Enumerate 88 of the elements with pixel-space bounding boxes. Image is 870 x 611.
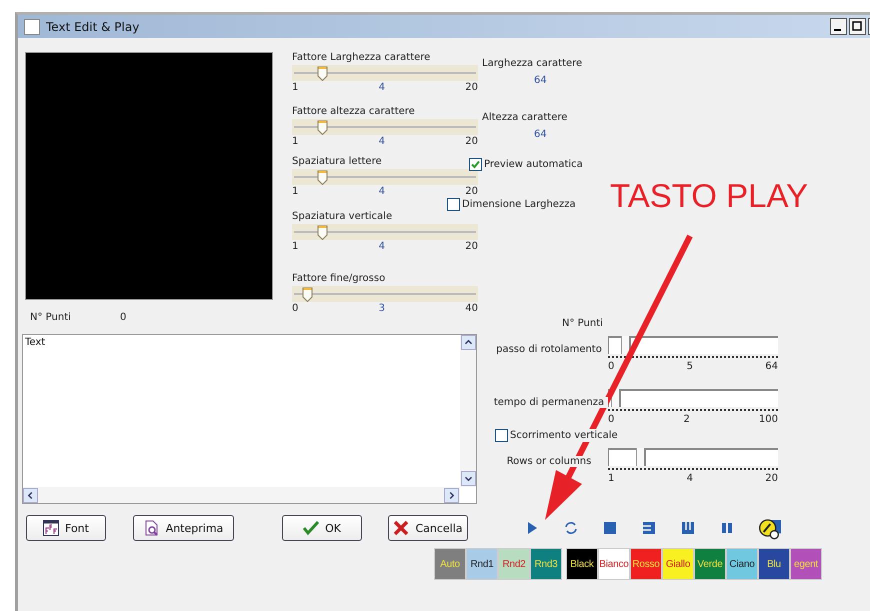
maximize-icon[interactable] — [849, 18, 866, 35]
text-input[interactable]: Text — [22, 334, 477, 504]
slider-thumb[interactable] — [316, 120, 328, 135]
scroll-up-icon[interactable] — [461, 335, 476, 350]
tick-label: 1 — [292, 136, 298, 147]
tick-label: 2 — [683, 414, 690, 425]
info-label: Larghezza carattere — [482, 58, 584, 69]
color-button[interactable]: Verde — [694, 548, 726, 580]
horizontal-scrollbar[interactable] — [23, 487, 460, 503]
slider-label: Fattore fine/grosso — [292, 273, 386, 284]
stop-icon[interactable] — [601, 519, 619, 537]
slider-label: Spaziatura verticale — [292, 211, 394, 222]
bars-icon[interactable] — [679, 519, 697, 537]
checkmark-icon — [303, 520, 320, 536]
slider-value: 4 — [378, 136, 385, 147]
color-button[interactable]: Ciano — [726, 548, 758, 580]
tick-label: 4 — [686, 473, 693, 484]
slider-value: 4 — [378, 241, 385, 252]
color-button[interactable]: Rnd1 — [466, 548, 498, 580]
slider-value: 4 — [378, 82, 385, 93]
color-button[interactable]: Blu — [758, 548, 790, 580]
tick-label: 20 — [765, 473, 778, 484]
tick-label: 20 — [465, 186, 478, 197]
slider-thumb[interactable] — [302, 287, 313, 302]
option-checkbox[interactable]: Scorrimento verticale — [495, 429, 618, 442]
slider[interactable] — [292, 65, 478, 81]
cross-icon — [393, 520, 410, 536]
tick-label: 64 — [765, 361, 778, 372]
color-button[interactable]: Black — [566, 548, 598, 580]
color-button[interactable]: Giallo — [662, 548, 694, 580]
points-value: 0 — [120, 312, 126, 323]
tick-label: 1 — [292, 186, 298, 197]
info-value: 64 — [533, 129, 548, 140]
scroll-left-icon[interactable] — [23, 488, 38, 503]
slider-label: Fattore altezza carattere — [292, 106, 416, 117]
checkbox[interactable] — [447, 198, 460, 211]
scroll-right-icon[interactable] — [444, 488, 459, 503]
color-button[interactable]: Rnd2 — [498, 548, 530, 580]
slider[interactable] — [292, 169, 478, 185]
slider-label: Fattore Larghezza carattere — [292, 52, 432, 63]
slider[interactable] — [292, 119, 478, 135]
tick-label: 20 — [465, 241, 478, 252]
text-value: Text — [25, 337, 46, 348]
tick-label: 20 — [465, 82, 478, 93]
option-checkbox[interactable]: Preview automatica — [469, 158, 583, 171]
slider-thumb[interactable] — [620, 336, 631, 354]
checkbox[interactable] — [495, 429, 508, 442]
tick-label: 20 — [465, 136, 478, 147]
slider-value: 4 — [378, 186, 385, 197]
points-label: N° Punti — [561, 318, 604, 329]
slider[interactable] — [608, 448, 778, 466]
document-magnifier-icon — [144, 520, 160, 536]
minimize-icon[interactable] — [830, 18, 847, 35]
tick-label: 1 — [292, 241, 298, 252]
slider[interactable] — [292, 286, 478, 302]
checkbox[interactable] — [469, 158, 482, 171]
slider[interactable] — [608, 389, 778, 407]
tick-label: 1 — [292, 82, 298, 93]
slider-thumb[interactable] — [636, 448, 646, 466]
tick-label: 5 — [686, 361, 693, 372]
dialog-button[interactable]: Cancella — [388, 515, 468, 541]
slider[interactable] — [292, 224, 478, 240]
info-value: 64 — [533, 75, 548, 86]
app-icon — [24, 18, 40, 34]
dialog-button[interactable]: Anteprima — [133, 515, 234, 541]
slider-thumb[interactable] — [316, 170, 328, 185]
points-label: N° Punti — [30, 312, 72, 323]
window-title: Text Edit & Play — [46, 20, 140, 34]
scroll-down-icon[interactable] — [461, 471, 476, 486]
slider-label: Spaziatura lettere — [292, 156, 383, 167]
option-checkbox[interactable]: Dimensione Larghezza — [447, 198, 576, 211]
dialog-button[interactable]: OK — [282, 515, 362, 541]
tick-label: 40 — [465, 303, 478, 314]
color-button[interactable]: Bianco — [598, 548, 630, 580]
tick-label: 1 — [608, 473, 614, 484]
slider-thumb[interactable] — [316, 225, 328, 240]
slider[interactable] — [608, 336, 778, 354]
tick-label: 0 — [608, 414, 614, 425]
stripes-icon[interactable] — [640, 519, 658, 537]
tick-label: 0 — [608, 361, 614, 372]
slider-value: 3 — [378, 303, 385, 314]
slider-thumb[interactable] — [316, 66, 328, 81]
dialog-button[interactable]: Font — [26, 515, 106, 541]
font-icon — [43, 520, 60, 536]
tick-label: 0 — [292, 303, 298, 314]
annotation-text: TASTO PLAY — [610, 177, 808, 215]
tick-label: 100 — [758, 414, 778, 425]
info-label: Altezza carattere — [482, 112, 568, 123]
